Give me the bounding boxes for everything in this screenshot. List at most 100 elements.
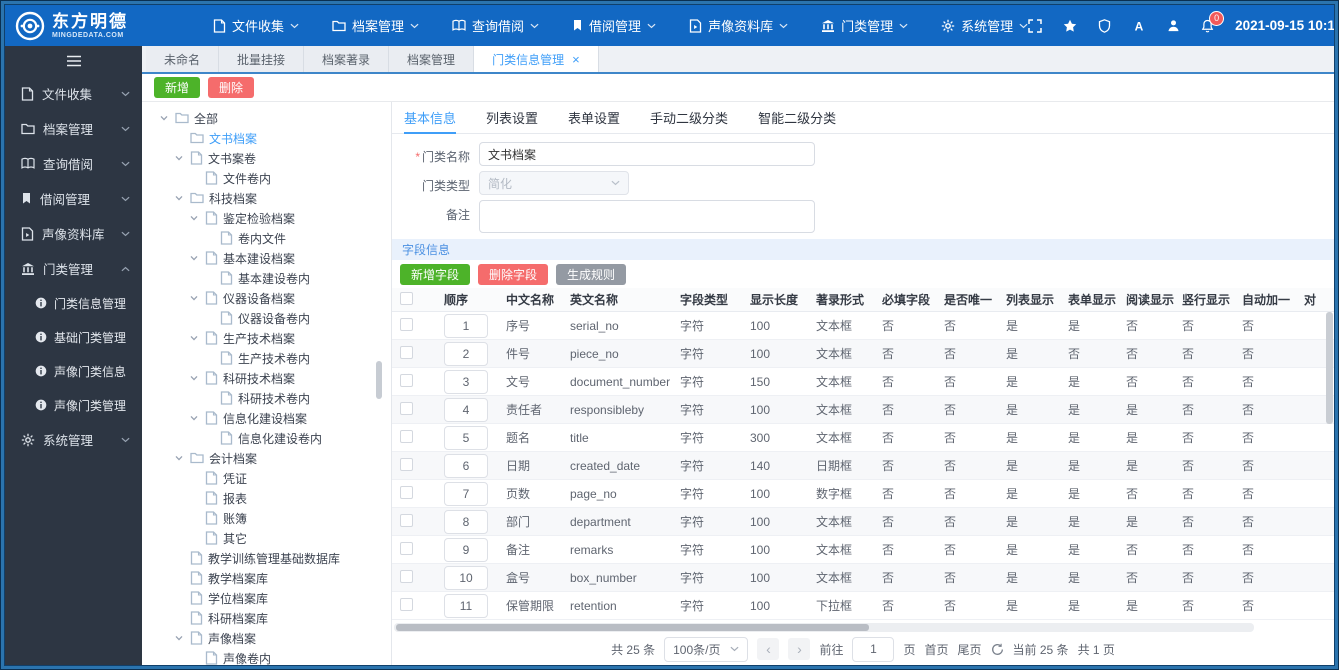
row-checkbox[interactable] [400,513,413,527]
caret-down-icon[interactable] [188,213,200,223]
tree-node[interactable]: 仪器设备档案 [142,288,391,308]
tree-node[interactable]: 凭证 [142,468,391,488]
tree-node[interactable]: 声像卷内 [142,648,391,665]
sidebar-item[interactable]: 档案管理 [5,111,142,146]
shield-icon[interactable] [1098,18,1111,33]
category-type-select[interactable]: 简化 [479,171,629,195]
panel-tab[interactable]: 基本信息 [404,102,457,134]
sidebar-item[interactable]: 声像资料库 [5,216,142,251]
first-page-link[interactable]: 首页 [925,641,949,658]
prev-page-button[interactable]: ‹ [757,638,780,660]
remark-textarea[interactable] [479,200,815,233]
caret-down-icon[interactable] [173,153,185,163]
sidebar-subitem[interactable]: 声像门类信息 [5,354,142,388]
bell-icon[interactable]: 0 [1201,10,1225,33]
panel-tab[interactable]: 表单设置 [568,102,620,134]
topbar-menu[interactable]: 借阅管理 [572,16,656,35]
star-icon[interactable] [1063,19,1077,33]
caret-down-icon[interactable] [158,113,170,123]
tree-node[interactable]: 学位档案库 [142,588,391,608]
tree-node[interactable]: 基本建设卷内 [142,268,391,288]
topbar-menu[interactable]: 声像资料库 [689,16,788,35]
add-field-button[interactable]: 新增字段 [400,263,471,285]
tree-node[interactable]: 文书档案 [142,128,391,148]
tree-node[interactable]: 基本建设档案 [142,248,391,268]
font-icon[interactable]: A [1132,19,1146,33]
select-all-checkbox[interactable] [400,291,413,305]
row-checkbox[interactable] [400,429,413,443]
topbar-menu[interactable]: 查询借阅 [452,16,539,35]
tree-node[interactable]: 生产技术档案 [142,328,391,348]
sidebar-item[interactable]: 借阅管理 [5,181,142,216]
panel-tab[interactable]: 手动二级分类 [650,102,728,134]
workspace-tab[interactable]: 未命名 [146,46,220,72]
order-input[interactable] [444,397,488,422]
sidebar-item[interactable]: 文件收集 [5,76,142,111]
row-checkbox[interactable] [400,317,413,331]
topbar-menu[interactable]: 系统管理 [941,16,1028,35]
order-input[interactable] [444,313,488,338]
caret-down-icon[interactable] [188,333,200,343]
caret-down-icon[interactable] [188,373,200,383]
add-button[interactable]: 新增 [154,77,201,98]
tree-node[interactable]: 账簿 [142,508,391,528]
tree-node[interactable]: 卷内文件 [142,228,391,248]
row-checkbox[interactable] [400,345,413,359]
caret-down-icon[interactable] [173,633,185,643]
row-checkbox[interactable] [400,597,413,611]
order-input[interactable] [444,369,488,394]
generate-rule-button[interactable]: 生成规则 [556,263,627,285]
tree-node[interactable]: 信息化建设卷内 [142,428,391,448]
workspace-tab[interactable]: 门类信息管理 × [474,46,599,72]
topbar-menu[interactable]: 门类管理 [821,16,908,35]
fullscreen-icon[interactable] [1028,18,1042,33]
topbar-menu[interactable]: 档案管理 [332,16,419,35]
panel-tab[interactable]: 智能二级分类 [758,102,836,134]
workspace-tab[interactable]: 批量挂接 [219,46,305,72]
row-checkbox[interactable] [400,401,413,415]
order-input[interactable] [444,453,488,478]
refresh-icon[interactable] [991,643,1004,656]
row-checkbox[interactable] [400,541,413,555]
order-input[interactable] [444,341,488,366]
order-input[interactable] [444,425,488,450]
order-input[interactable] [444,509,488,534]
sidebar-collapse-button[interactable] [5,46,142,76]
tree-node[interactable]: 信息化建设档案 [142,408,391,428]
tree-node[interactable]: 科研档案库 [142,608,391,628]
tree-node[interactable]: 科研技术卷内 [142,388,391,408]
delete-button[interactable]: 删除 [208,77,255,98]
topbar-menu[interactable]: 文件收集 [213,16,299,35]
goto-page-input[interactable] [852,636,895,662]
user-icon[interactable] [1167,19,1180,32]
next-page-button[interactable]: › [788,638,811,660]
workspace-tab[interactable]: 档案管理 [389,46,475,72]
tree-node[interactable]: 其它 [142,528,391,548]
tree-scrollbar[interactable] [376,102,382,665]
sidebar-item[interactable]: 查询借阅 [5,146,142,181]
row-checkbox[interactable] [400,457,413,471]
tree-node[interactable]: 会计档案 [142,448,391,468]
tree-node[interactable]: 教学训练管理基础数据库 [142,548,391,568]
tree-node[interactable]: 科技档案 [142,188,391,208]
row-checkbox[interactable] [400,373,413,387]
caret-down-icon[interactable] [188,293,200,303]
page-size-select[interactable]: 100条/页 [664,636,749,662]
tree-node[interactable]: 文书案卷 [142,148,391,168]
caret-down-icon[interactable] [188,413,200,423]
close-tab-icon[interactable]: × [572,52,580,67]
tree-node[interactable]: 文件卷内 [142,168,391,188]
tree-node[interactable]: 鉴定检验档案 [142,208,391,228]
row-checkbox[interactable] [400,485,413,499]
tree-node[interactable]: 声像档案 [142,628,391,648]
delete-field-button[interactable]: 删除字段 [478,263,549,285]
caret-down-icon[interactable] [173,453,185,463]
tree-node[interactable]: 报表 [142,488,391,508]
sidebar-item[interactable]: 门类管理 [5,251,142,286]
table-vertical-scrollbar[interactable] [1326,312,1333,424]
table-horizontal-scrollbar[interactable] [394,623,1254,632]
order-input[interactable] [444,537,488,562]
tree-node[interactable]: 科研技术档案 [142,368,391,388]
tree-node[interactable]: 生产技术卷内 [142,348,391,368]
sidebar-subitem[interactable]: 门类信息管理 [5,286,142,320]
